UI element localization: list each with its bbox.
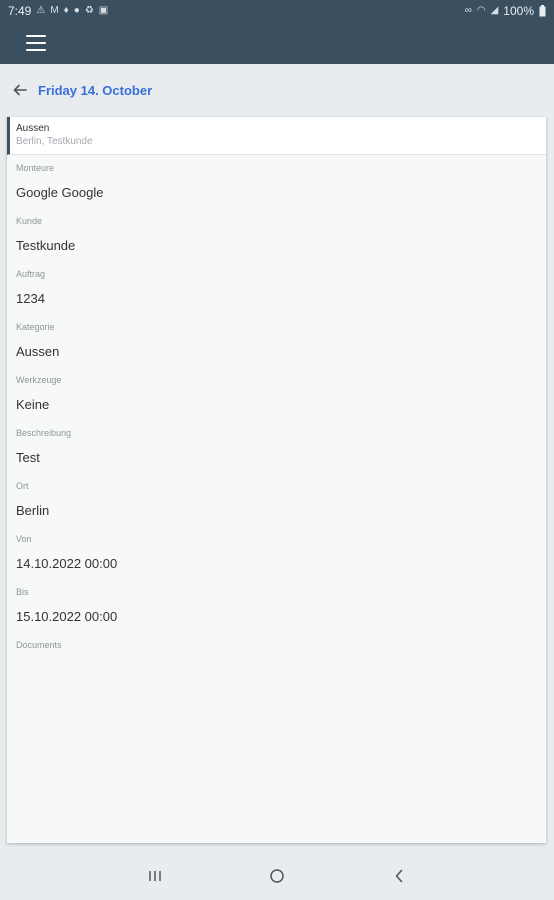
chrome-icon: ● — [73, 5, 80, 16]
back-arrow-icon[interactable] — [12, 82, 28, 98]
date-header: Friday 14. October — [0, 64, 554, 116]
status-left: 7:49 ⚠ M ♦ ● ♻ ▣ — [8, 4, 108, 18]
battery-level: 100% — [503, 4, 534, 18]
field-value: Berlin — [16, 503, 50, 518]
status-time: 7:49 — [8, 4, 32, 18]
field-label: Ort — [16, 481, 29, 491]
signal-icon: ◢ — [490, 5, 499, 16]
location-icon: ♦ — [63, 5, 69, 16]
app-notification-icon: M — [50, 5, 59, 16]
status-bar: 7:49 ⚠ M ♦ ● ♻ ▣ ∞ ◠ ◢ 100% — [0, 0, 554, 22]
status-right: ∞ ◠ ◢ 100% — [465, 4, 546, 18]
hamburger-menu-icon[interactable] — [26, 35, 46, 51]
field-label: Kunde — [16, 216, 43, 226]
field-auftrag: Auftrag 1234 — [16, 267, 537, 320]
appointment-summary[interactable]: Aussen Berlin, Testkunde — [7, 117, 546, 155]
field-beschreibung: Beschreibung Test — [16, 426, 537, 479]
field-label: Auftrag — [16, 269, 46, 279]
sync-icon: ♻ — [84, 5, 94, 16]
system-navigation-bar — [0, 851, 554, 900]
field-value: Aussen — [16, 344, 60, 359]
field-label: Von — [16, 534, 32, 544]
field-value: Keine — [16, 397, 50, 412]
field-value: Test — [16, 450, 40, 465]
field-documents: Documents — [16, 638, 537, 691]
field-ort: Ort Berlin — [16, 479, 537, 532]
nav-back-button[interactable] — [338, 856, 460, 896]
appointment-subtitle: Berlin, Testkunde — [16, 136, 93, 147]
field-werkzeuge: Werkzeuge Keine — [16, 373, 537, 426]
file-icon: ▣ — [98, 5, 109, 16]
field-label: Monteure — [16, 163, 55, 173]
field-label: Bis — [16, 587, 29, 597]
field-label: Documents — [16, 640, 62, 650]
wifi-icon: ◠ — [476, 5, 486, 16]
app-bar — [0, 22, 554, 64]
recents-button[interactable] — [94, 856, 216, 896]
link-icon: ∞ — [464, 5, 472, 16]
field-value: 14.10.2022 00:00 — [16, 556, 118, 571]
appointment-detail-card: Aussen Berlin, Testkunde Monteure Google… — [7, 117, 546, 843]
warning-icon: ⚠ — [36, 5, 46, 16]
home-icon — [270, 868, 284, 883]
home-button[interactable] — [216, 856, 338, 896]
field-value: Testkunde — [16, 238, 76, 253]
field-label: Beschreibung — [16, 428, 72, 438]
field-kunde: Kunde Testkunde — [16, 214, 537, 267]
field-value: Google Google — [16, 185, 104, 200]
detail-fields: Monteure Google Google Kunde Testkunde A… — [7, 155, 546, 691]
nav-back-icon — [395, 869, 403, 882]
battery-icon — [539, 5, 546, 17]
field-value: 15.10.2022 00:00 — [16, 609, 118, 624]
page-title: Friday 14. October — [38, 82, 153, 98]
appointment-title: Aussen — [16, 123, 50, 134]
field-bis: Bis 15.10.2022 00:00 — [16, 585, 537, 638]
recents-icon — [149, 870, 161, 881]
field-kategorie: Kategorie Aussen — [16, 320, 537, 373]
field-label: Kategorie — [16, 322, 55, 332]
field-von: Von 14.10.2022 00:00 — [16, 532, 537, 585]
field-label: Werkzeuge — [16, 375, 62, 385]
field-monteure: Monteure Google Google — [16, 161, 537, 214]
field-value: 1234 — [16, 291, 45, 306]
